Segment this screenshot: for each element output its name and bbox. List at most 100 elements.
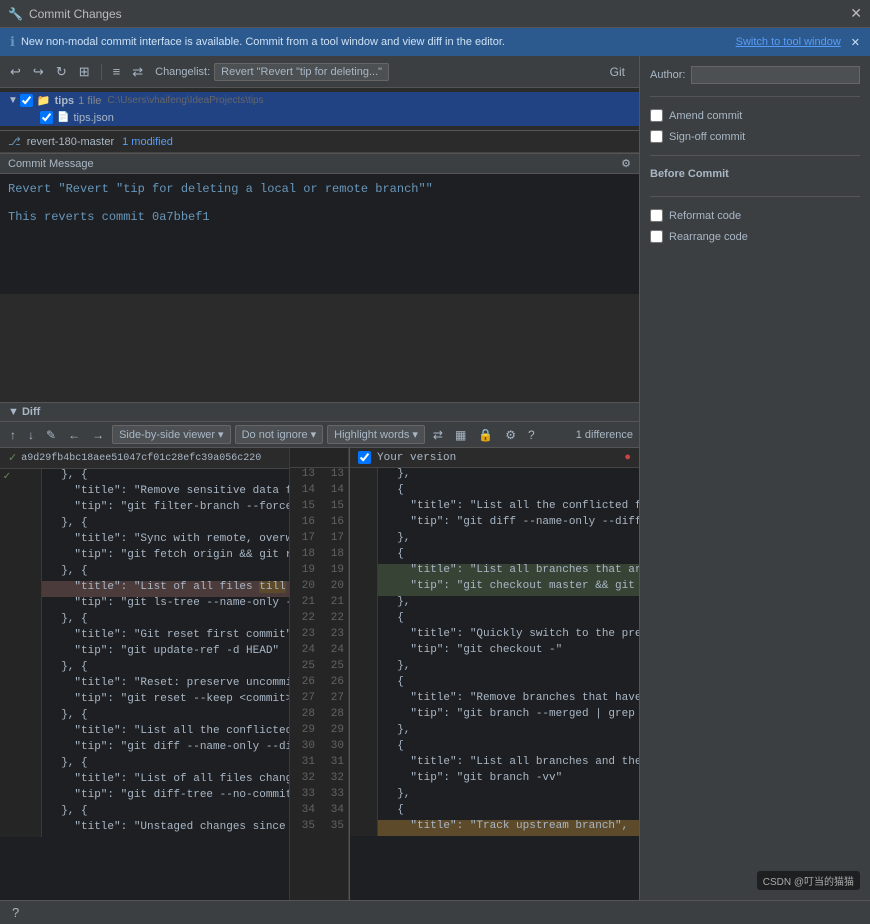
move-button[interactable]: ⇄ bbox=[128, 62, 147, 82]
line-content: { bbox=[378, 804, 639, 820]
refresh-button[interactable]: ↻ bbox=[52, 62, 71, 82]
right-file-checkbox[interactable] bbox=[358, 451, 371, 464]
diff-line: "title": "Git reset first commit", bbox=[0, 629, 289, 645]
rearrange-label: Rearrange code bbox=[669, 231, 748, 243]
line-number bbox=[350, 612, 378, 628]
line-content: "title": "Remove sensitive data fr bbox=[42, 485, 289, 501]
line-number bbox=[14, 469, 42, 485]
mid-line: 2626 bbox=[290, 676, 348, 692]
reformat-row: Reformat code bbox=[650, 209, 860, 222]
amend-commit-checkbox[interactable] bbox=[650, 109, 663, 122]
columns-button[interactable]: ▦ bbox=[451, 426, 470, 444]
settings-button[interactable]: ⚙ bbox=[501, 426, 520, 444]
author-input[interactable] bbox=[691, 66, 860, 84]
diff-line: { bbox=[350, 740, 639, 756]
lock-button[interactable]: 🔒 bbox=[474, 426, 497, 444]
diff-line: "title": "List all branches that are c bbox=[350, 564, 639, 580]
sign-off-checkbox[interactable] bbox=[650, 130, 663, 143]
right-file-label: Your version bbox=[377, 452, 456, 464]
back-button[interactable]: ← bbox=[64, 426, 84, 444]
diff-right-panel[interactable]: Your version ● }, { "title": "List all t… bbox=[349, 448, 639, 900]
undo-button[interactable]: ↩ bbox=[6, 62, 25, 82]
git-tab[interactable]: Git bbox=[602, 65, 633, 79]
gutter-marker bbox=[0, 805, 14, 821]
line-number bbox=[350, 804, 378, 820]
line-number bbox=[14, 597, 42, 613]
folder-icon: 📁 bbox=[37, 94, 51, 107]
file-tree-file-row[interactable]: 📄 tips.json bbox=[0, 109, 639, 126]
rearrange-checkbox[interactable] bbox=[650, 230, 663, 243]
line-content: }, bbox=[378, 788, 639, 804]
commit-message-label: Commit Message bbox=[8, 158, 94, 170]
line-content: "title": "List all the conflicted bbox=[42, 725, 289, 741]
highlight-dropdown[interactable]: Highlight words ▾ bbox=[327, 425, 425, 444]
line-content: { bbox=[378, 676, 639, 692]
line-number bbox=[350, 740, 378, 756]
forward-button[interactable]: → bbox=[88, 426, 108, 444]
mid-line: 2727 bbox=[290, 692, 348, 708]
viewer-dropdown[interactable]: Side-by-side viewer ▾ bbox=[112, 425, 231, 444]
redo-button[interactable]: ↪ bbox=[29, 62, 48, 82]
file-checkbox[interactable] bbox=[40, 111, 53, 124]
file-tree-root-row[interactable]: ▼ 📁 tips 1 file C:\Users\vhaifeng\IdeaPr… bbox=[0, 92, 639, 109]
sign-off-label: Sign-off commit bbox=[669, 131, 745, 143]
sync-button[interactable]: ⇄ bbox=[429, 426, 447, 444]
line-number bbox=[14, 741, 42, 757]
line-content: "tip": "git reset --keep <commit>" bbox=[42, 693, 289, 709]
line-number bbox=[350, 484, 378, 500]
diff-line: { bbox=[350, 804, 639, 820]
gutter-marker bbox=[0, 549, 14, 565]
prev-diff-button[interactable]: ↑ bbox=[6, 426, 20, 444]
line-content: }, { bbox=[42, 709, 289, 725]
root-checkbox[interactable] bbox=[20, 94, 33, 107]
viewer-dropdown-arrow: ▾ bbox=[218, 428, 224, 441]
expand-arrow: ▼ bbox=[8, 95, 18, 106]
diff-line: }, { bbox=[0, 565, 289, 581]
mid-line: 2424 bbox=[290, 644, 348, 660]
mid-line: 1919 bbox=[290, 564, 348, 580]
reformat-checkbox[interactable] bbox=[650, 209, 663, 222]
mid-line: 2525 bbox=[290, 660, 348, 676]
mid-line: 1717 bbox=[290, 532, 348, 548]
switch-to-tool-window-link[interactable]: Switch to tool window bbox=[736, 36, 841, 48]
edit-diff-button[interactable]: ✎ bbox=[42, 426, 60, 444]
window-close-button[interactable]: ✕ bbox=[850, 5, 862, 22]
commit-message-gear-icon[interactable]: ⚙ bbox=[621, 157, 631, 170]
info-bar-close-button[interactable]: ✕ bbox=[851, 36, 860, 49]
line-content: }, { bbox=[42, 517, 289, 533]
diff-line: { bbox=[350, 548, 639, 564]
line-content: { bbox=[378, 484, 639, 500]
folder-path: C:\Users\vhaifeng\IdeaProjects\tips bbox=[107, 95, 263, 106]
ignore-label: Do not ignore bbox=[242, 429, 308, 441]
divider3 bbox=[650, 196, 860, 197]
diff-left-panel[interactable]: ✓ a9d29fb4bc18aee51047cf01c28efc39a056c2… bbox=[0, 448, 289, 900]
changelist-dropdown[interactable]: Revert "Revert "tip for deleting..." bbox=[214, 63, 389, 81]
ignore-dropdown[interactable]: Do not ignore ▾ bbox=[235, 425, 324, 444]
author-row: Author: bbox=[650, 66, 860, 84]
line-number bbox=[14, 501, 42, 517]
line-content: }, { bbox=[42, 805, 289, 821]
line-number bbox=[14, 645, 42, 661]
line-content: "tip": "git branch --merged | grep -v bbox=[378, 708, 639, 724]
diff-line: "tip": "git ls-tree --name-only -r bbox=[0, 597, 289, 613]
tree-view-button[interactable]: ⊞ bbox=[75, 62, 94, 82]
diff-line: }, { bbox=[0, 517, 289, 533]
line-number bbox=[14, 725, 42, 741]
app-icon: 🔧 bbox=[8, 7, 23, 21]
line-number bbox=[14, 789, 42, 805]
collapse-button[interactable]: ≡ bbox=[109, 62, 125, 81]
diff-line: "tip": "git checkout -" bbox=[350, 644, 639, 660]
line-number bbox=[350, 516, 378, 532]
help-bottom-button[interactable]: ? bbox=[8, 903, 23, 922]
commit-message-textarea[interactable]: Revert "Revert "tip for deleting a local… bbox=[0, 174, 639, 294]
line-number bbox=[14, 773, 42, 789]
gutter-marker bbox=[0, 725, 14, 741]
diff-line: }, { bbox=[0, 709, 289, 725]
modified-badge[interactable]: 1 modified bbox=[122, 136, 173, 148]
next-diff-button[interactable]: ↓ bbox=[24, 426, 38, 444]
reformat-label: Reformat code bbox=[669, 210, 741, 222]
right-panel: Author: Amend commit Sign-off commit Bef… bbox=[640, 56, 870, 900]
help-button[interactable]: ? bbox=[524, 426, 539, 444]
gutter-marker bbox=[0, 645, 14, 661]
window-title: Commit Changes bbox=[29, 7, 850, 21]
